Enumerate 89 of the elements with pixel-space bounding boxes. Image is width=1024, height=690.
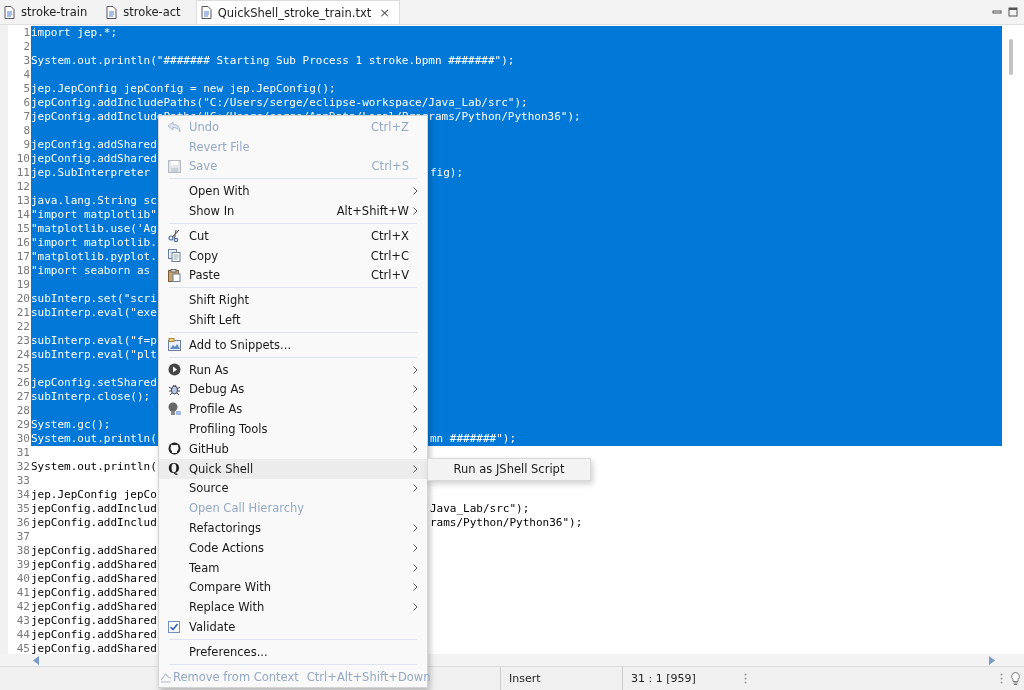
code-line: jepConfig.addShared — [31, 138, 157, 151]
menu-item[interactable]: Shift Left — [159, 310, 427, 330]
code-line: jep.SubInterpreter — [31, 166, 151, 179]
github-icon — [167, 442, 181, 456]
code-line: System.gc(); — [31, 418, 111, 431]
quick-shell-icon: Q — [168, 461, 180, 477]
menu-item[interactable]: Code Actions — [159, 537, 427, 558]
maximize-icon[interactable] — [1008, 7, 1018, 17]
menu-item[interactable]: Open With — [159, 181, 427, 202]
code-line: jepConfig.addShared — [31, 628, 157, 641]
menu-item[interactable]: Preferences... — [159, 641, 427, 662]
menu-item[interactable]: Show In Alt+Shift+W — [159, 201, 427, 221]
code-line: System.out.println( — [31, 432, 157, 445]
menu-item[interactable]: Profiling Tools — [159, 419, 427, 439]
menu-item[interactable]: Refactorings — [159, 518, 427, 538]
profile-icon — [167, 402, 181, 417]
clipboard-icon — [167, 268, 181, 282]
menu-item[interactable]: GitHub — [159, 438, 427, 459]
code-line: jepConfig.setShared — [31, 376, 157, 389]
code-line: Java_Lab/src"); — [430, 502, 530, 515]
scroll-thumb[interactable] — [1009, 39, 1013, 75]
snippet-icon — [167, 338, 181, 352]
menu-item[interactable]: Run As — [159, 359, 427, 380]
code-line: jepConfig.addShared — [31, 572, 157, 585]
code-line: jepConfig.addShared — [31, 586, 157, 599]
code-line: jepConfig.addShared — [31, 544, 157, 557]
menu-item[interactable]: Copy Ctrl+C — [159, 245, 427, 266]
editor-tab[interactable]: stroke-train — [0, 0, 97, 24]
code-line: jep.JepConfig jepConfig = new jep.JepConfig(); — [31, 82, 336, 95]
code-line: "matplotlib.pyplot. — [31, 250, 157, 263]
editor-tab[interactable]: stroke-act — [102, 0, 190, 24]
file-icon — [200, 6, 212, 19]
code-line: jepConfig.addShared — [31, 152, 157, 165]
code-line: subInterp.close(); — [31, 390, 151, 403]
menu-item[interactable]: Team — [159, 557, 427, 578]
code-line: subInterp.eval("exe — [31, 306, 157, 319]
code-line: fig); — [430, 166, 464, 179]
menu-item[interactable]: Q Quick Shell — [159, 458, 427, 479]
code-line: jepConfig.addInclud — [31, 516, 157, 529]
code-line: subInterp.set("scri — [31, 292, 157, 305]
editor-tab[interactable]: QuickShell_stroke_train.txt × — [195, 0, 401, 24]
menu-item[interactable]: Compare With — [159, 577, 427, 598]
code-line: mn #######"); — [430, 432, 517, 445]
undo-icon — [167, 120, 181, 133]
code-line: jepConfig.addShared — [31, 558, 157, 571]
code-line: import jep.*; — [31, 26, 118, 39]
code-line: rams/Python/Python36"); — [430, 516, 583, 529]
code-line: System.out.println("####### Starting Sub Process 1 stroke.bpmn #######"); — [31, 54, 515, 67]
checkbox[interactable] — [168, 621, 180, 633]
code-line: "import seaborn as — [31, 264, 151, 277]
menu-item[interactable]: Validate — [159, 617, 427, 637]
copy-icon — [167, 249, 181, 263]
code-line: jepConfig.addIncludePaths("C:/Users/serge/eclipse-workspace/Java_Lab/src"); — [31, 96, 528, 109]
scissors-icon — [167, 229, 181, 243]
file-icon — [106, 5, 118, 19]
run-icon — [167, 363, 181, 377]
code-line: java.lang.String sc — [31, 194, 157, 207]
cursor-position: 31 : 1 [959] — [622, 667, 736, 690]
grip-icon — [1000, 673, 1003, 684]
lightbulb-icon[interactable] — [1011, 672, 1020, 685]
save-icon — [167, 160, 181, 173]
scroll-left-icon[interactable] — [33, 655, 40, 665]
code-line: "matplotlib.use('Ag — [31, 222, 157, 235]
code-line: subInterp.eval("plt — [31, 348, 157, 361]
code-line: subInterp.eval("f=p — [31, 334, 157, 347]
code-line: jepConfig.addShared — [31, 600, 157, 613]
bug-icon — [167, 382, 181, 396]
menu-item[interactable]: Source — [159, 478, 427, 499]
code-line: jepConfig.addInclud — [31, 502, 157, 515]
menu-item[interactable]: Cut Ctrl+X — [159, 226, 427, 246]
menu-item[interactable]: Profile As — [159, 399, 427, 420]
scroll-right-icon[interactable] — [988, 655, 995, 665]
code-line: jep.JepConfig jepCo — [31, 488, 157, 501]
code-line: jepConfig.addShared — [31, 642, 157, 654]
code-line: "import matplotlib. — [31, 236, 157, 249]
code-line: jepConfig.addShared — [31, 614, 157, 627]
menu-item[interactable]: Shift Right — [159, 290, 427, 311]
menu-item[interactable]: Paste Ctrl+V — [159, 265, 427, 286]
code-line: System.out.println( — [31, 460, 157, 473]
menu-item[interactable]: Debug As — [159, 379, 427, 400]
menu-item[interactable]: Add to Snippets... — [159, 334, 427, 355]
minimize-icon[interactable] — [992, 7, 1002, 17]
menu-item[interactable]: Replace With — [159, 597, 427, 618]
grip-icon — [744, 673, 747, 684]
file-icon — [4, 5, 15, 19]
menu-item[interactable]: Run as JShell Script — [428, 458, 590, 480]
insert-mode: Insert — [500, 667, 614, 690]
code-line: "import matplotlib" — [31, 208, 157, 221]
close-icon[interactable]: × — [379, 5, 391, 20]
